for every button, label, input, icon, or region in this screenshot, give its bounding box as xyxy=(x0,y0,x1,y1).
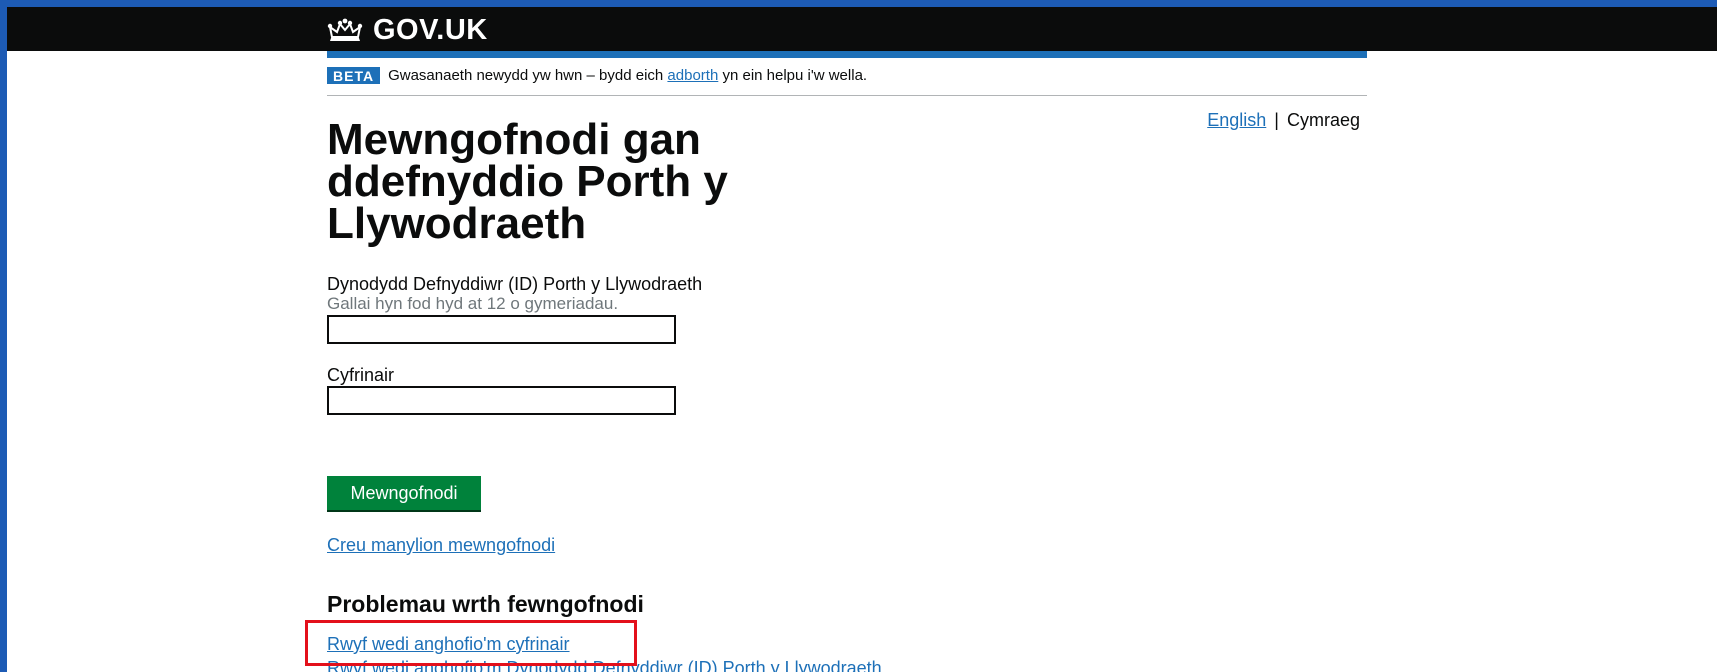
logo-text: GOV.UK xyxy=(373,13,488,46)
user-id-label: Dynodydd Defnyddiwr (ID) Porth y Llywodr… xyxy=(327,274,703,294)
feedback-link[interactable]: adborth xyxy=(667,67,718,84)
phase-text-after: yn ein helpu i'w wella. xyxy=(722,67,868,84)
govuk-logo-link[interactable]: GOV.UK xyxy=(327,13,488,46)
user-id-input[interactable] xyxy=(327,315,676,344)
user-id-hint: Gallai hyn fod hyd at 12 o gymeriadau. xyxy=(327,294,619,313)
sign-in-button[interactable]: Mewngofnodi xyxy=(327,476,481,510)
password-input[interactable] xyxy=(327,386,676,415)
phase-banner-text: Gwasanaeth newydd yw hwn – bydd eich adb… xyxy=(388,67,867,85)
problems-heading: Problemau wrth fewngofnodi xyxy=(327,591,644,617)
highlight-box xyxy=(305,620,637,666)
page-title: Mewngofnodi gan ddefnyddio Porth y Llywo… xyxy=(327,115,728,248)
language-welsh-current: Cymraeg xyxy=(1286,110,1360,130)
phase-text-before: Gwasanaeth newydd yw hwn – bydd eich xyxy=(388,67,664,84)
header-bar: GOV.UK xyxy=(7,7,1717,51)
page: GOV.UK BETA Gwasanaeth newydd yw hwn – b… xyxy=(7,7,1717,672)
language-toggle: English | Cymraeg xyxy=(1207,110,1360,131)
password-label: Cyfrinair xyxy=(327,365,395,385)
language-english-link[interactable]: English xyxy=(1207,110,1266,130)
crown-icon xyxy=(327,18,363,41)
language-separator: | xyxy=(1274,110,1279,130)
header-accent-bar xyxy=(327,51,1367,58)
phase-banner: BETA Gwasanaeth newydd yw hwn – bydd eic… xyxy=(327,67,1367,96)
create-sign-in-details-link[interactable]: Creu manylion mewngofnodi xyxy=(327,535,555,556)
beta-tag: BETA xyxy=(327,67,381,84)
